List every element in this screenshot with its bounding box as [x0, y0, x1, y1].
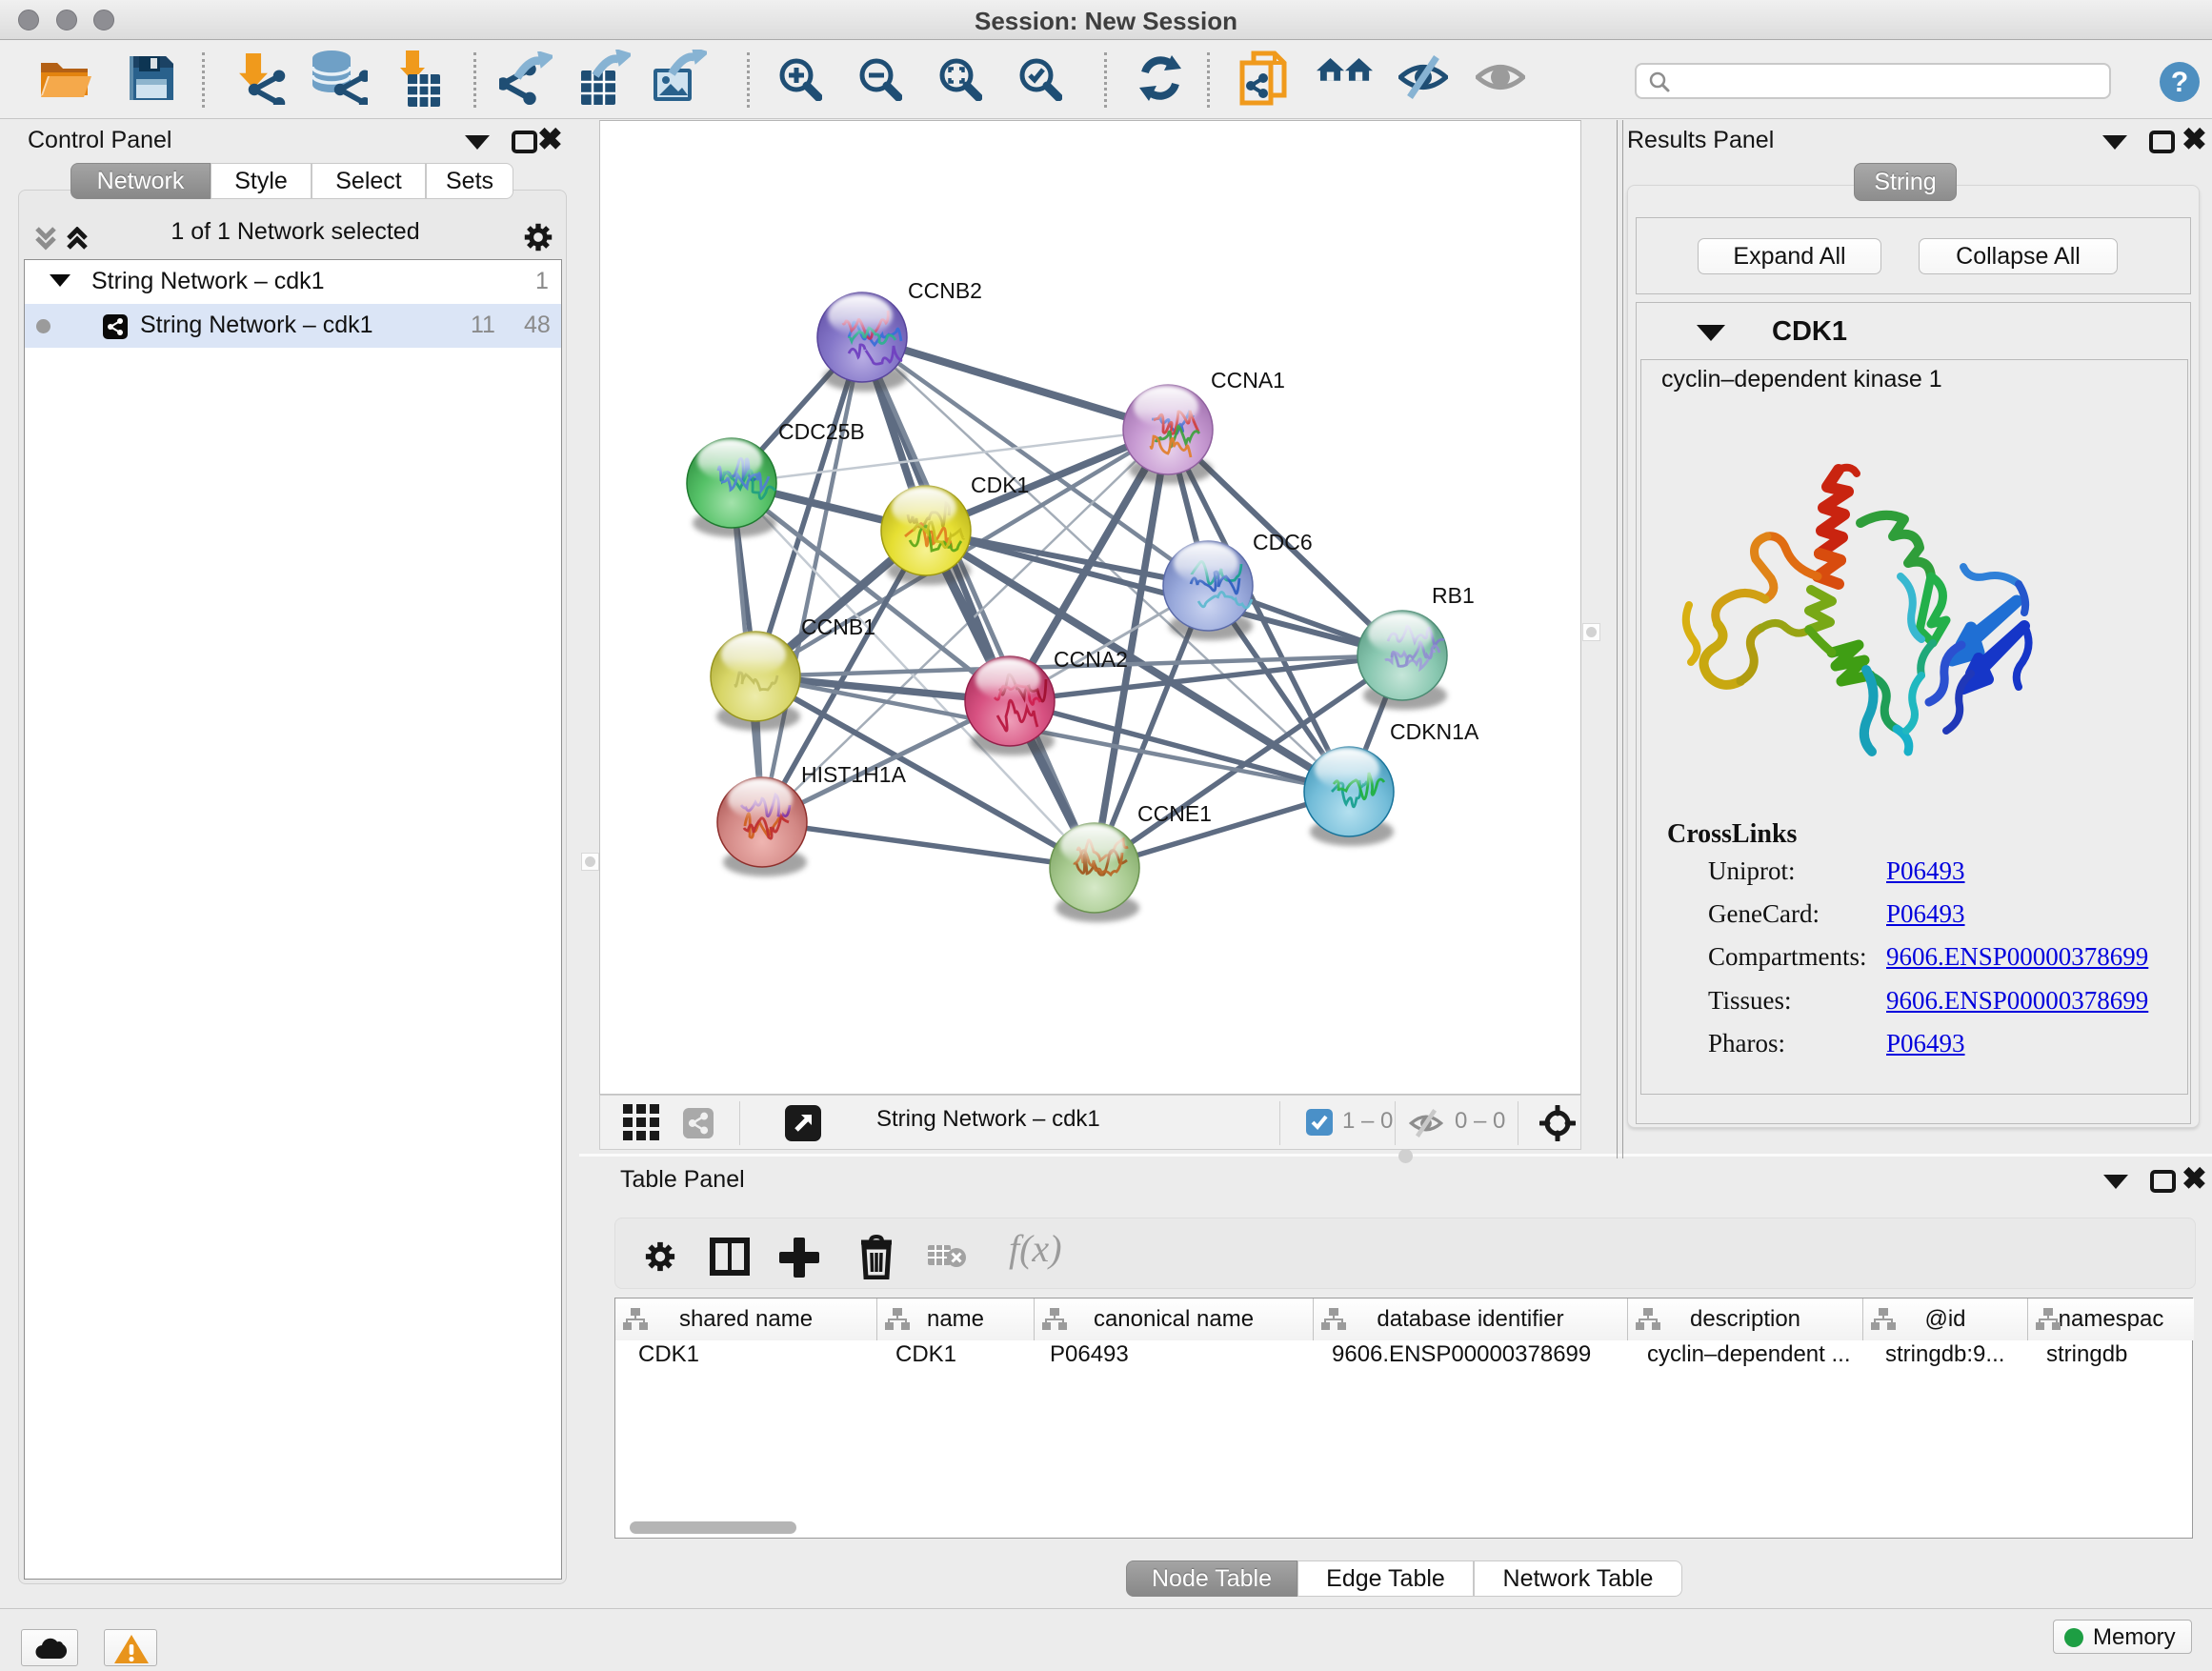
svg-text:CDK1: CDK1: [971, 473, 1029, 497]
svg-text:CCNB1: CCNB1: [801, 614, 875, 639]
svg-text:?: ?: [2171, 67, 2188, 98]
svg-text:CDC25B: CDC25B: [778, 419, 865, 444]
svg-text:CDC6: CDC6: [1253, 530, 1313, 554]
svg-text:RB1: RB1: [1432, 583, 1475, 608]
svg-text:CCNE1: CCNE1: [1137, 801, 1212, 826]
svg-text:CCNA1: CCNA1: [1211, 368, 1285, 393]
svg-text:CCNA2: CCNA2: [1054, 647, 1128, 672]
svg-text:CDKN1A: CDKN1A: [1390, 719, 1479, 744]
svg-text:CCNB2: CCNB2: [908, 278, 982, 303]
svg-text:HIST1H1A: HIST1H1A: [801, 762, 907, 787]
